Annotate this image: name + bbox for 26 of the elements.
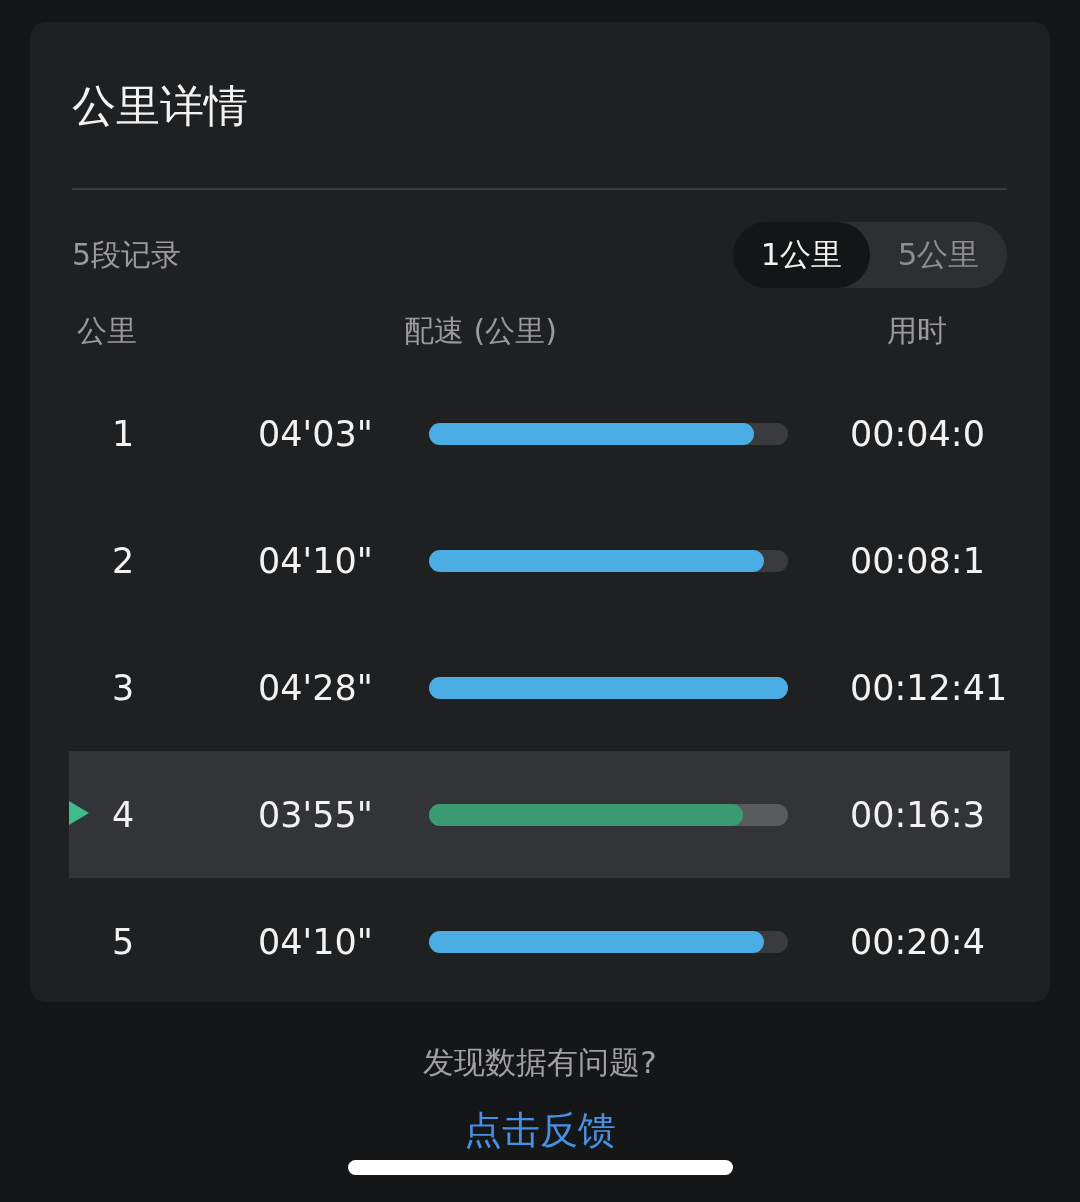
home-indicator[interactable]: [347, 1160, 733, 1175]
column-header: 配速 (公里): [404, 312, 558, 350]
km-number: 2: [112, 540, 135, 581]
pace-value: 04'03": [258, 413, 374, 454]
km-number: 5: [112, 921, 135, 962]
feedback-prompt: 发现数据有问题?: [423, 1043, 657, 1082]
page-title: 公里详情: [72, 79, 249, 132]
column-header: 用时: [887, 312, 948, 350]
record-count: 5段记录: [72, 235, 182, 274]
elapsed-time: 00:04:0: [850, 413, 986, 454]
km-number: 4: [112, 794, 135, 835]
pace-value: 04'10": [258, 921, 374, 962]
feedback-link[interactable]: 点击反馈: [464, 1106, 616, 1154]
pace-value: 04'10": [258, 540, 374, 581]
pace-value: 04'28": [258, 667, 374, 708]
unit-tab[interactable]: 1公里: [733, 222, 870, 288]
km-number: 1: [112, 413, 135, 454]
play-marker-icon: [69, 800, 89, 825]
column-header: 公里: [77, 312, 138, 350]
pace-value: 03'55": [258, 794, 374, 835]
km-number: 3: [112, 667, 135, 708]
elapsed-time: 00:20:4: [850, 921, 986, 962]
elapsed-time: 00:08:1: [850, 540, 986, 581]
elapsed-time: 00:12:41: [850, 667, 1009, 708]
elapsed-time: 00:16:3: [850, 794, 986, 835]
unit-tab[interactable]: 5公里: [870, 222, 1007, 288]
